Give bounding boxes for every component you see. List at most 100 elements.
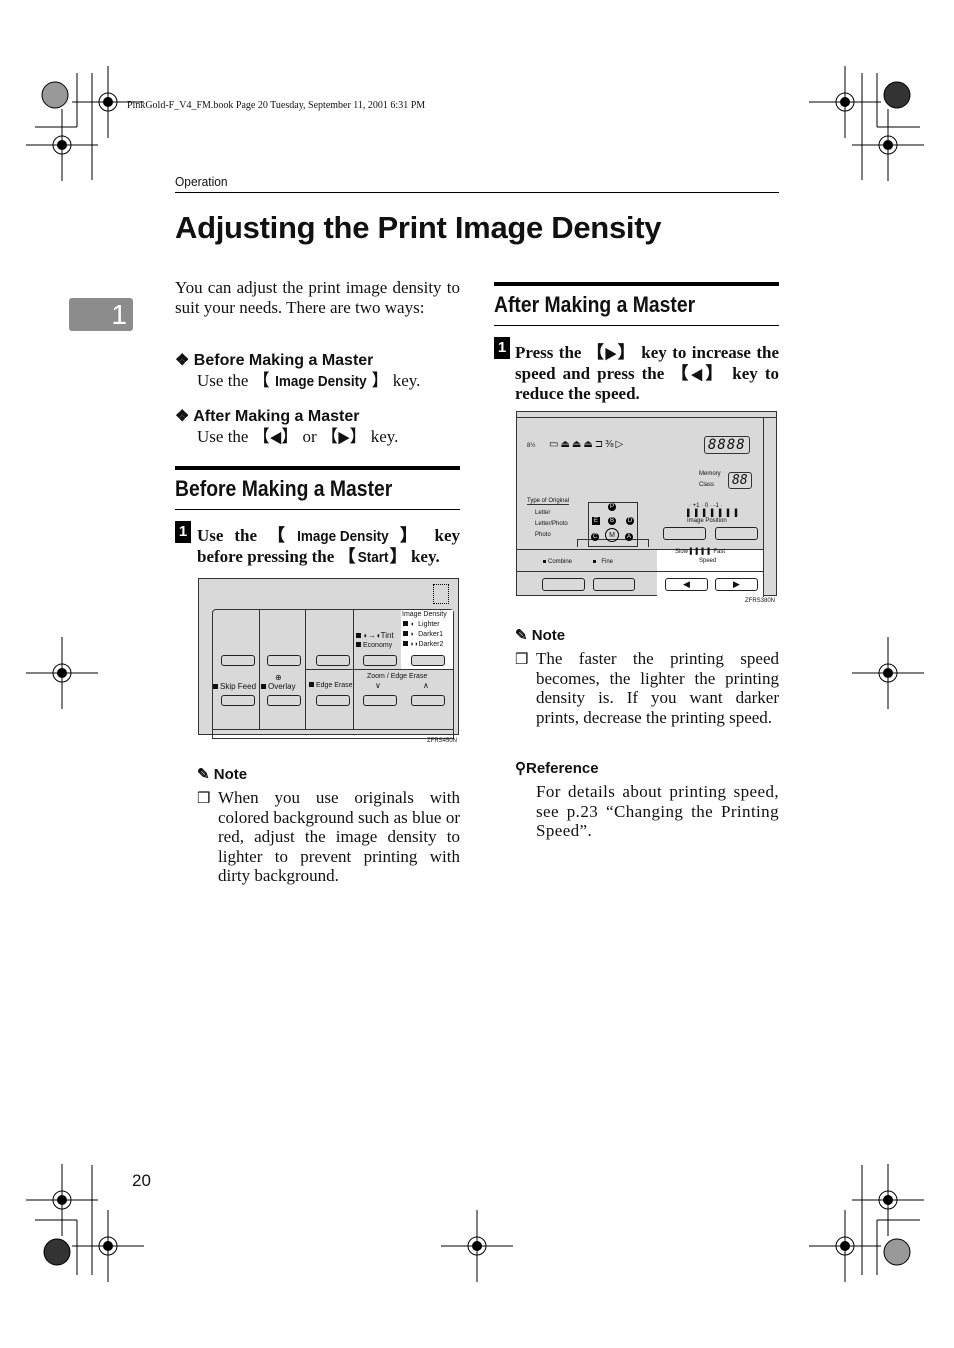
text: or <box>298 427 321 446</box>
memory-label: Memory <box>699 471 721 477</box>
slow-label: Slow <box>675 549 689 555</box>
registration-mark <box>57 140 67 150</box>
combine-key <box>542 578 585 591</box>
registration-mark <box>840 97 850 107</box>
step-number: 1 <box>494 337 510 359</box>
section-rule <box>175 466 460 470</box>
text: Use the <box>197 371 253 390</box>
way-after: ❖ After Making a Master Use the 【◀】 or 【… <box>175 408 399 446</box>
type-of-original-label: Type of Original <box>527 498 570 505</box>
zoom-up-key <box>411 695 445 706</box>
note-heading: ✎ Note <box>197 765 247 783</box>
mode-e: E <box>592 517 600 525</box>
registration-mark <box>103 1241 113 1251</box>
panel-key <box>221 655 255 666</box>
crop-marks <box>26 66 924 1282</box>
registration-mark <box>840 1241 850 1251</box>
way-heading: After Making a Master <box>193 408 360 425</box>
type-letter: Letter <box>535 510 551 516</box>
reference-heading: ⚲Reference <box>515 759 599 777</box>
registration-mark <box>883 140 893 150</box>
file-header: PinkGold-F_V4_FM.book Page 20 Tuesday, S… <box>127 100 426 111</box>
intro-text: You can adjust the print image density t… <box>175 278 460 317</box>
diamond-bullet-icon: ❖ <box>175 408 194 425</box>
registration-mark <box>883 1195 893 1205</box>
image-position-indicator: ▌▌▌▌▌▌▌ <box>687 510 743 517</box>
mode-c: C <box>591 533 599 541</box>
section-heading-after: After Making a Master <box>494 292 696 317</box>
image-position-scale: · +1 · 0 · -1 · <box>689 503 723 509</box>
fine-key <box>593 578 635 591</box>
registration-mark <box>472 1241 482 1251</box>
mode-p: P <box>608 503 616 511</box>
tint-label: Tint <box>380 631 394 640</box>
darker2-label: Darker2 <box>418 641 444 648</box>
image-position-label: Image Position <box>687 518 727 524</box>
counter-display: 8888 <box>704 436 750 454</box>
fine-label: Fine <box>601 559 614 565</box>
indicator-icon <box>433 584 449 604</box>
overlay-label: Overlay <box>268 682 296 691</box>
panel-key <box>363 655 397 666</box>
header-rule <box>175 192 779 193</box>
chevron-up-icon: ∧ <box>423 681 429 690</box>
magnifier-icon: ⚲ <box>515 760 526 777</box>
pencil-icon: ✎ <box>197 766 210 783</box>
note-text: The faster the printing speed becomes, t… <box>536 649 779 727</box>
paper-size-label: 8½ <box>527 443 536 449</box>
panel-key <box>316 655 350 666</box>
fast-label: Fast <box>713 549 726 555</box>
section-rule <box>494 325 779 326</box>
step-number: 1 <box>175 521 191 543</box>
overlay-crosshair-icon: ⊕ <box>275 673 282 682</box>
note-title: Note <box>531 627 566 644</box>
mode-a: A <box>625 533 633 541</box>
color-target-mark <box>43 1238 71 1266</box>
panel-key <box>221 695 255 706</box>
chevron-down-icon: ∨ <box>375 681 381 690</box>
reference-title: Reference <box>526 760 599 777</box>
key-name: Start <box>357 548 388 566</box>
paper-feed-icons: ▭⏏⏏⏏⊐⅜▷ <box>549 439 626 450</box>
color-target-mark <box>883 1238 911 1266</box>
operation-panel-illustration: Skip Feed Overlay Edge Erase ◗→◖Tint Eco… <box>198 578 459 739</box>
text: key. <box>406 546 440 566</box>
panel-edge <box>763 417 777 597</box>
figure-caption: ZFRS380N <box>745 598 776 604</box>
text: Press the <box>515 343 587 362</box>
economy-label: Economy <box>363 642 393 649</box>
lighter-label: Lighter <box>418 621 440 628</box>
running-head: Operation <box>175 174 228 189</box>
key-name: ◀ <box>270 429 281 446</box>
section-rule <box>494 282 779 286</box>
zoom-down-key <box>363 695 397 706</box>
zoom-edge-erase-label: Zoom / Edge Erase <box>367 673 428 680</box>
combine-label: Combine <box>548 559 573 565</box>
step-instruction: Use the 【Image Density】 key before press… <box>197 526 461 566</box>
reference-text: For details about printing speed, see p.… <box>536 782 779 841</box>
panel-key <box>267 655 301 666</box>
skip-feed-label: Skip Feed <box>220 682 257 691</box>
registration-mark <box>57 1195 67 1205</box>
page-title: Adjusting the Print Image Density <box>175 210 662 245</box>
panel-key <box>316 695 350 706</box>
pencil-icon: ✎ <box>515 627 528 644</box>
note-heading: ✎ Note <box>515 626 565 644</box>
checkbox-bullet-icon: ❒ <box>197 791 211 807</box>
image-density-label: Image Density <box>402 611 447 618</box>
key-name: ◀ <box>691 365 703 383</box>
speed-indicator: ▌ ▌ ▌ ▌ <box>689 549 712 555</box>
text: key. <box>366 427 399 446</box>
image-position-left-key <box>663 527 706 540</box>
text: Use the <box>197 427 253 446</box>
speed-label: Speed <box>699 558 717 564</box>
mode-d: D <box>626 517 634 525</box>
image-position-right-key <box>715 527 758 540</box>
section-heading-before: Before Making a Master <box>175 476 393 501</box>
class-label: Class <box>699 482 715 488</box>
figure-caption: ZFRS450N <box>427 738 458 744</box>
key-name: ▶ <box>605 345 617 362</box>
way-heading: Before Making a Master <box>193 352 374 369</box>
edge-erase-label: Edge Erase <box>316 682 353 689</box>
darker1-label: Darker1 <box>418 631 444 638</box>
